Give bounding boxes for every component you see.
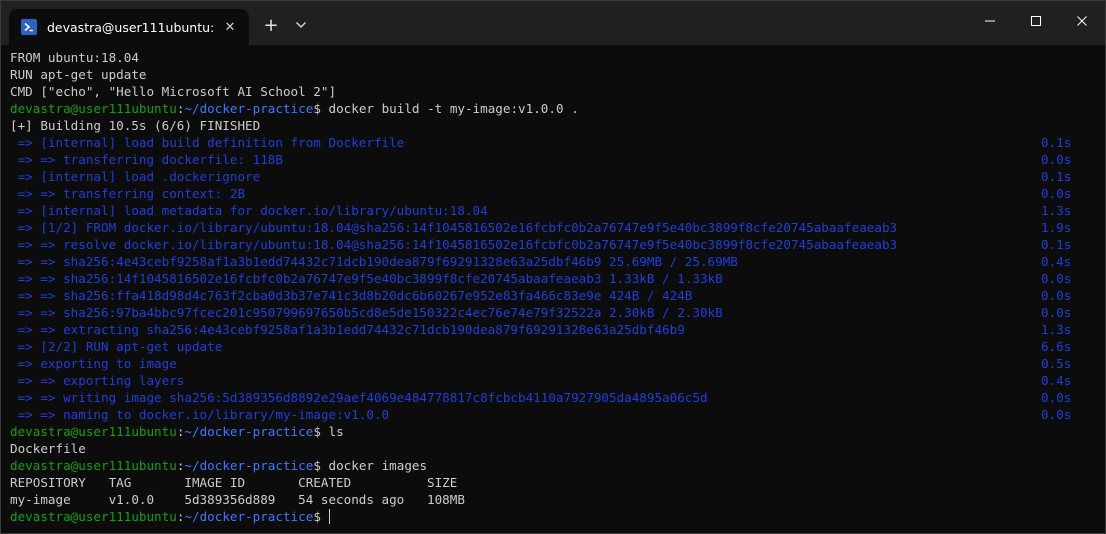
title-bar: devastra@user111ubuntu: ~/do ✕ +: [1, 1, 1105, 45]
build-step-time: 0.0s: [1041, 390, 1072, 405]
build-step: => [1/2] FROM docker.io/library/ubuntu:1…: [10, 219, 1090, 236]
tab-terminal[interactable]: devastra@user111ubuntu: ~/do ✕: [9, 9, 249, 45]
build-step: => => writing image sha256:5d389356d8892…: [10, 389, 1090, 406]
build-step-text: => => sha256:ffa418d98d4c763f2cba0d3b37e…: [10, 288, 693, 303]
build-step-text: => exporting to image: [10, 356, 177, 371]
build-step: => => sha256:14f1045816502e16fcbfc0b2a76…: [10, 270, 1090, 287]
build-step-text: => => sha256:4e43cebf9258af1a3b1edd74432…: [10, 254, 738, 269]
prompt-user: devastra@user111ubuntu: [10, 424, 177, 439]
build-header: [+] Building 10.5s (6/6) FINISHED: [10, 118, 261, 133]
build-step-time: 0.0s: [1041, 407, 1072, 422]
build-step: => [internal] load .dockerignore 0.1s: [10, 168, 1090, 185]
build-step-time: 6.6s: [1041, 339, 1072, 354]
build-step-text: => => extracting sha256:4e43cebf9258af1a…: [10, 322, 685, 337]
build-step-text: => => naming to docker.io/library/my-ima…: [10, 407, 390, 422]
prompt-symbol: $: [313, 509, 321, 524]
dockerfile-line: CMD ["echo", "Hello Microsoft AI School …: [10, 84, 337, 99]
prompt-line: devastra@user111ubuntu:~/docker-practice…: [10, 458, 428, 473]
build-step-time: 1.3s: [1041, 322, 1072, 337]
build-step-text: => => writing image sha256:5d389356d8892…: [10, 390, 708, 405]
chevron-down-icon[interactable]: [289, 13, 313, 37]
text-cursor: [328, 509, 330, 524]
minimize-icon: [984, 12, 996, 31]
command-text: docker build -t my-image:v1.0.0 .: [328, 101, 579, 116]
build-step: => [internal] load build definition from…: [10, 134, 1090, 151]
build-step-text: => => sha256:14f1045816502e16fcbfc0b2a76…: [10, 271, 723, 286]
build-step-time: 0.4s: [1041, 373, 1072, 388]
build-step-text: => => exporting layers: [10, 373, 185, 388]
dockerfile-line: RUN apt-get update: [10, 67, 147, 82]
build-step-time: 0.1s: [1041, 135, 1072, 150]
build-step: => [2/2] RUN apt-get update 6.6s: [10, 338, 1090, 355]
command-text: ls: [328, 424, 344, 439]
build-step: => [internal] load metadata for docker.i…: [10, 202, 1090, 219]
build-step: => => sha256:4e43cebf9258af1a3b1edd74432…: [10, 253, 1090, 270]
tab-title: devastra@user111ubuntu: ~/do: [47, 19, 219, 35]
build-step-time: 0.1s: [1041, 169, 1072, 184]
build-step-text: => [internal] load metadata for docker.i…: [10, 203, 488, 218]
build-step-text: => => sha256:97ba4bbc97fcec201c950799697…: [10, 305, 723, 320]
minimize-button[interactable]: [967, 1, 1013, 41]
dockerfile-line: FROM ubuntu:18.04: [10, 50, 139, 65]
build-step-time: 1.3s: [1041, 203, 1072, 218]
build-step-time: 0.5s: [1041, 356, 1072, 371]
build-step-text: => => resolve docker.io/library/ubuntu:1…: [10, 237, 898, 252]
images-table-row: my-image v1.0.0 5d389356d889 54 seconds …: [10, 492, 465, 507]
close-icon: [1076, 12, 1088, 31]
build-step-time: 0.0s: [1041, 152, 1072, 167]
build-step-text: => [internal] load .dockerignore: [10, 169, 261, 184]
build-step-time: 0.1s: [1041, 237, 1072, 252]
command-text: docker images: [328, 458, 428, 473]
prompt-line-current: devastra@user111ubuntu:~/docker-practice…: [10, 508, 1090, 525]
build-step: => => extracting sha256:4e43cebf9258af1a…: [10, 321, 1090, 338]
images-table-header: REPOSITORY TAG IMAGE ID CREATED SIZE: [10, 475, 458, 490]
prompt-path: ~/docker-practice: [184, 424, 314, 439]
powershell-icon: [21, 19, 37, 35]
maximize-icon: [1030, 12, 1042, 31]
build-step-time: 0.0s: [1041, 305, 1072, 320]
build-step-time: 0.0s: [1041, 186, 1072, 201]
build-step: => => transferring context: 2B 0.0s: [10, 185, 1090, 202]
build-step-time: 0.0s: [1041, 271, 1072, 286]
prompt-user: devastra@user111ubuntu: [10, 101, 177, 116]
build-step-time: 0.0s: [1041, 288, 1072, 303]
prompt-symbol: $: [313, 101, 321, 116]
build-step: => => transferring dockerfile: 118B 0.0s: [10, 151, 1090, 168]
build-step-text: => [1/2] FROM docker.io/library/ubuntu:1…: [10, 220, 898, 235]
tab-close-button[interactable]: ✕: [219, 16, 241, 38]
ls-output: Dockerfile: [10, 441, 86, 456]
prompt-user: devastra@user111ubuntu: [10, 509, 177, 524]
prompt-symbol: $: [313, 458, 321, 473]
build-steps: => [internal] load build definition from…: [10, 134, 1090, 423]
build-step: => exporting to image 0.5s: [10, 355, 1090, 372]
new-tab-button[interactable]: +: [259, 13, 283, 37]
prompt-path: ~/docker-practice: [184, 458, 314, 473]
maximize-button[interactable]: [1013, 1, 1059, 41]
build-step-text: => => transferring context: 2B: [10, 186, 246, 201]
terminal-window: devastra@user111ubuntu: ~/do ✕ +: [0, 0, 1106, 534]
build-step: => => sha256:ffa418d98d4c763f2cba0d3b37e…: [10, 287, 1090, 304]
build-step: => => sha256:97ba4bbc97fcec201c950799697…: [10, 304, 1090, 321]
build-step: => => naming to docker.io/library/my-ima…: [10, 406, 1090, 423]
prompt-path: ~/docker-practice: [184, 509, 314, 524]
prompt-user: devastra@user111ubuntu: [10, 458, 177, 473]
prompt-path: ~/docker-practice: [184, 101, 314, 116]
build-step-text: => => transferring dockerfile: 118B: [10, 152, 283, 167]
prompt-line: devastra@user111ubuntu:~/docker-practice…: [10, 101, 579, 116]
build-step: => => resolve docker.io/library/ubuntu:1…: [10, 236, 1090, 253]
prompt-line: devastra@user111ubuntu:~/docker-practice…: [10, 424, 344, 439]
build-step: => => exporting layers 0.4s: [10, 372, 1090, 389]
build-step-text: => [2/2] RUN apt-get update: [10, 339, 223, 354]
close-button[interactable]: [1059, 1, 1105, 41]
build-step-time: 0.4s: [1041, 254, 1072, 269]
prompt-symbol: $: [313, 424, 321, 439]
build-step-time: 1.9s: [1041, 220, 1072, 235]
build-step-text: => [internal] load build definition from…: [10, 135, 405, 150]
terminal-output[interactable]: FROM ubuntu:18.04 RUN apt-get update CMD…: [10, 49, 1090, 525]
